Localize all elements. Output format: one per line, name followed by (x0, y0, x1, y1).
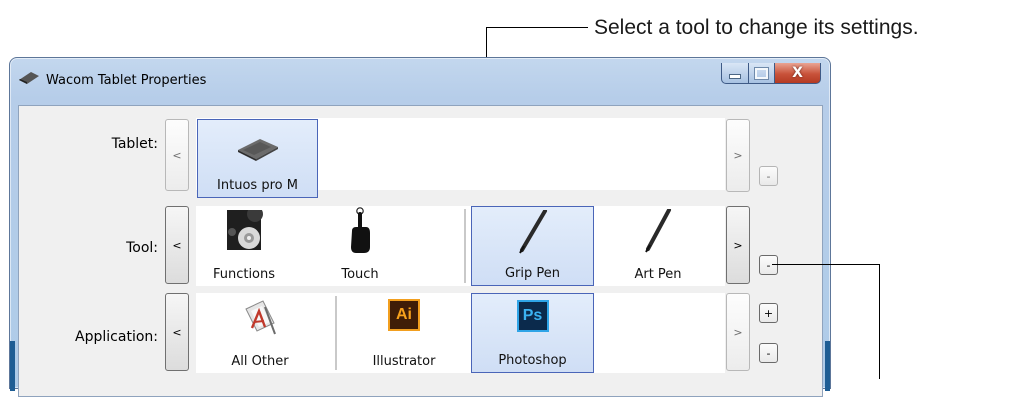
wacom-properties-window: Wacom Tablet Properties X Tablet: < Intu… (9, 57, 831, 397)
callout-select-tool: Select a tool to change its settings. (594, 16, 919, 39)
close-icon: X (792, 65, 803, 81)
tool-next-button[interactable]: > (726, 206, 750, 284)
caption-buttons: X (721, 63, 821, 85)
tablet-prev-button[interactable]: < (165, 119, 189, 191)
maximize-button[interactable] (749, 63, 775, 84)
window-title: Wacom Tablet Properties (46, 73, 207, 88)
all-other-apps-icon (245, 300, 276, 335)
tool-prev-button[interactable]: < (165, 206, 189, 284)
client-area: Tablet: < Intuos pro M > - Tool: < Funct… (18, 105, 823, 397)
minimize-icon (729, 73, 741, 79)
tool-list: Functions Touch Grip Pen Art Pen (196, 206, 725, 286)
photoshop-badge: Ps (522, 307, 543, 324)
window-frame-left-accent (10, 341, 15, 391)
application-item-label: Illustrator (372, 354, 436, 369)
callout-leader-vertical-right (879, 264, 880, 379)
functions-icon (227, 210, 263, 250)
photoshop-icon: Ps (516, 300, 549, 332)
close-button[interactable]: X (775, 63, 821, 84)
tool-item-art-pen[interactable]: Art Pen (598, 206, 718, 286)
title-bar[interactable]: Wacom Tablet Properties X (18, 63, 830, 93)
application-item-photoshop[interactable]: Ps Photoshop (471, 293, 594, 373)
application-list-separator (335, 296, 337, 370)
touch-hand-icon (351, 207, 370, 253)
application-add-button[interactable]: + (759, 303, 778, 323)
tablet-item-label: Intuos pro M (217, 178, 298, 193)
tool-item-label: Touch (341, 267, 379, 282)
tablet-list: Intuos pro M (196, 118, 725, 198)
application-prev-button[interactable]: < (165, 293, 189, 371)
illustrator-badge: Ai (396, 306, 412, 323)
callout-leader-horizontal-top (486, 27, 588, 28)
application-item-label: Photoshop (498, 353, 567, 368)
tool-list-separator (464, 209, 466, 283)
tool-item-label: Art Pen (634, 267, 682, 282)
window-frame-right-accent (825, 341, 830, 391)
application-list: All Other Ai Illustrator Ps Photoshop (196, 293, 725, 373)
application-item-all-other[interactable]: All Other (196, 293, 324, 373)
tablet-row-label: Tablet: (111, 136, 158, 152)
tablet-item-intuos-pro-m[interactable]: Intuos pro M (197, 119, 318, 198)
tablet-next-button[interactable]: > (726, 119, 750, 192)
tablet-remove-button[interactable]: - (759, 166, 778, 186)
tablet-icon (237, 139, 278, 161)
art-pen-icon (645, 209, 671, 253)
tool-remove-button[interactable]: - (759, 255, 778, 275)
illustrator-icon: Ai (388, 299, 420, 331)
tool-item-label: Grip Pen (504, 266, 561, 281)
callout-leader-horizontal-right (772, 264, 880, 265)
application-item-illustrator[interactable]: Ai Illustrator (342, 293, 466, 373)
wacom-pen-icon (19, 72, 39, 84)
tool-item-label: Functions (212, 267, 276, 282)
tool-item-grip-pen[interactable]: Grip Pen (471, 206, 594, 286)
minimize-button[interactable] (721, 63, 749, 84)
application-item-label: All Other (231, 354, 289, 369)
grip-pen-icon (518, 210, 547, 254)
tool-item-touch[interactable]: Touch (302, 206, 418, 286)
tool-item-functions[interactable]: Functions (196, 206, 292, 286)
application-next-button[interactable]: > (726, 293, 750, 371)
application-row-label: Application: (75, 329, 158, 345)
tool-row-label: Tool: (126, 240, 158, 256)
application-remove-button[interactable]: - (759, 343, 778, 363)
maximize-icon (754, 66, 769, 80)
